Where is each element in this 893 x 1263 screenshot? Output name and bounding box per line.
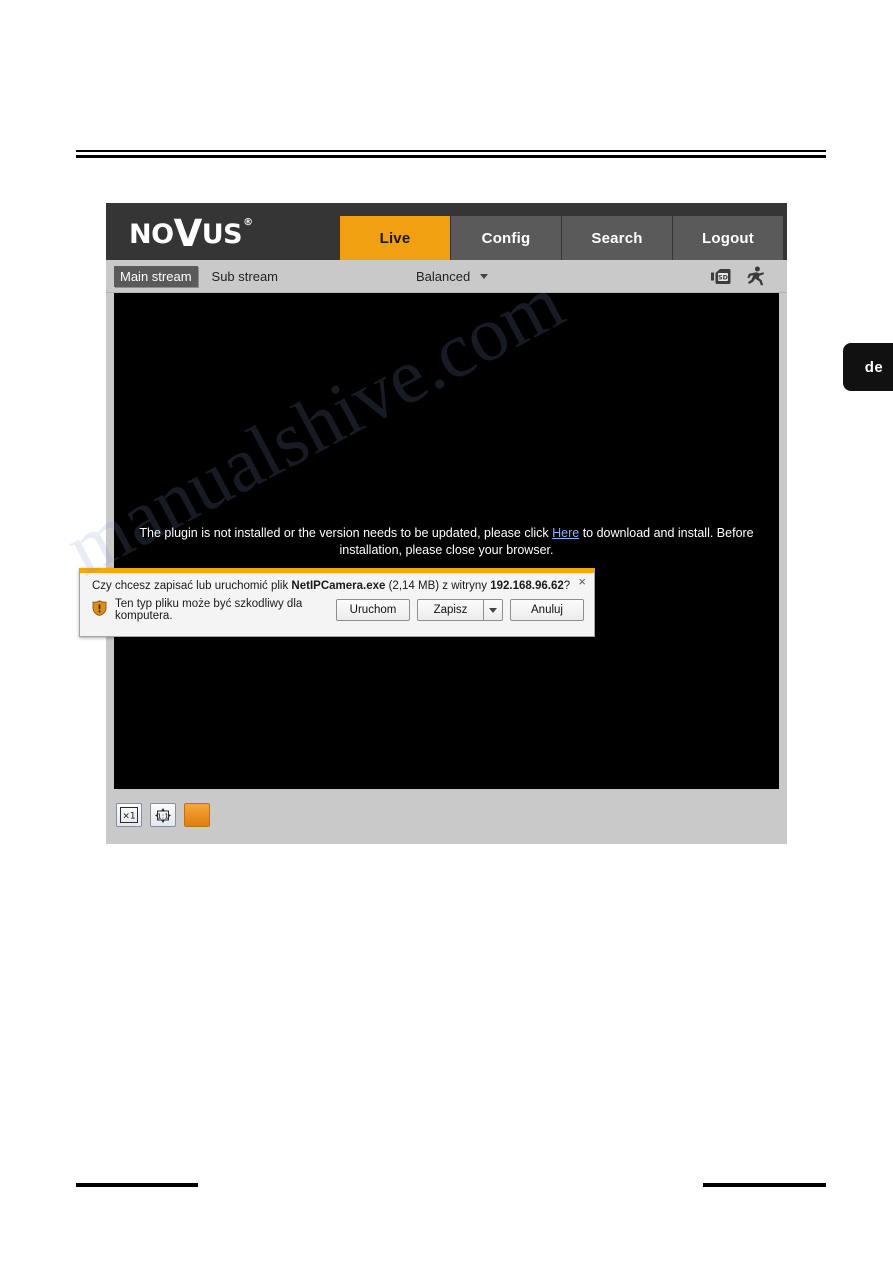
brand-logo: NOVUS® [106,203,340,260]
download-question-row: Czy chcesz zapisać lub uruchomić plik Ne… [80,573,594,592]
download-action-row: Ten typ pliku może być szkodliwy dla kom… [80,592,594,622]
save-button-label: Zapisz [433,604,468,616]
logo-v: V [173,211,203,255]
download-notification-bar: Czy chcesz zapisać lub uruchomić plik Ne… [79,568,595,637]
chevron-down-icon [489,607,497,613]
bottom-divider-right [703,1183,826,1187]
quality-dropdown-value: Balanced [416,268,471,284]
main-navigation: Live Config Search Logout [340,203,787,260]
capture-button[interactable] [184,803,210,827]
toolbar-icon-group: SD [711,266,765,286]
warning-shield-icon [92,599,107,621]
cancel-button[interactable]: Anuluj [510,599,584,621]
cancel-button-label: Anuluj [531,604,563,616]
stream-tab-main[interactable]: Main stream [114,265,198,287]
language-tab-de[interactable]: de [843,343,893,391]
chevron-down-icon [480,273,489,279]
download-from-label: z witryny [442,580,491,592]
stream-tab-main-label: Main stream [120,268,192,284]
svg-text:SD: SD [718,273,728,281]
run-button[interactable]: Uruchom [336,599,410,621]
download-file-name: NetIPCamera.exe [291,580,386,592]
top-divider-line-2 [76,155,826,158]
fit-window-button[interactable]: 1:1 [150,803,176,827]
tab-logout[interactable]: Logout [673,216,783,260]
save-dropdown-button[interactable] [483,599,503,621]
sd-card-icon[interactable]: SD [711,268,731,285]
top-divider [76,150,826,158]
save-button[interactable]: Zapisz [417,599,483,621]
stream-tab-sub-label: Sub stream [211,268,279,284]
tab-logout-label: Logout [701,229,754,247]
tab-live[interactable]: Live [340,216,450,260]
stream-tab-sub[interactable]: Sub stream [206,266,284,287]
run-button-label: Uruchom [349,604,397,616]
language-tab-label: de [864,358,884,376]
logo-registered-mark: ® [243,216,253,228]
svg-text:×1: ×1 [122,811,135,821]
download-host: 192.168.96.62 [490,580,564,592]
bottom-divider-left [76,1183,198,1187]
plugin-download-link[interactable]: Here [552,526,579,540]
download-button-group: Uruchom Zapisz Anuluj [336,599,584,621]
close-icon[interactable]: × [578,575,586,588]
tab-config-label: Config [481,229,531,247]
quality-dropdown[interactable]: Balanced [416,268,489,284]
app-header: NOVUS® Live Config Search Logout [106,203,787,260]
plugin-missing-message: The plugin is not installed or the versi… [122,525,771,559]
novus-logo-text: NOVUS® [129,215,253,252]
save-split-button: Zapisz [417,599,503,621]
logo-suffix: US [201,218,243,250]
stream-toolbar: Main stream Sub stream Balanced SD [106,260,787,293]
video-preview-area[interactable]: The plugin is not installed or the versi… [114,293,779,789]
motion-detection-icon[interactable] [747,266,765,286]
download-warning-text: Ten typ pliku może być szkodliwy dla kom… [115,598,303,622]
svg-text:1:1: 1:1 [157,811,169,820]
tab-live-label: Live [379,229,411,247]
camera-web-interface: NOVUS® Live Config Search Logout Main st… [106,203,787,844]
tab-search-label: Search [591,229,643,247]
logo-prefix: NO [129,218,174,250]
plugin-message-part1: The plugin is not installed or the versi… [139,526,553,540]
download-question-suffix: ? [563,580,571,592]
download-question-prefix: Czy chcesz zapisać lub uruchomić plik [92,580,292,592]
tab-search[interactable]: Search [562,216,672,260]
download-file-size: (2,14 MB) [385,580,443,592]
tab-config[interactable]: Config [451,216,561,260]
original-size-button[interactable]: ×1 [116,803,142,827]
player-control-bar: ×1 1:1 [106,789,787,841]
